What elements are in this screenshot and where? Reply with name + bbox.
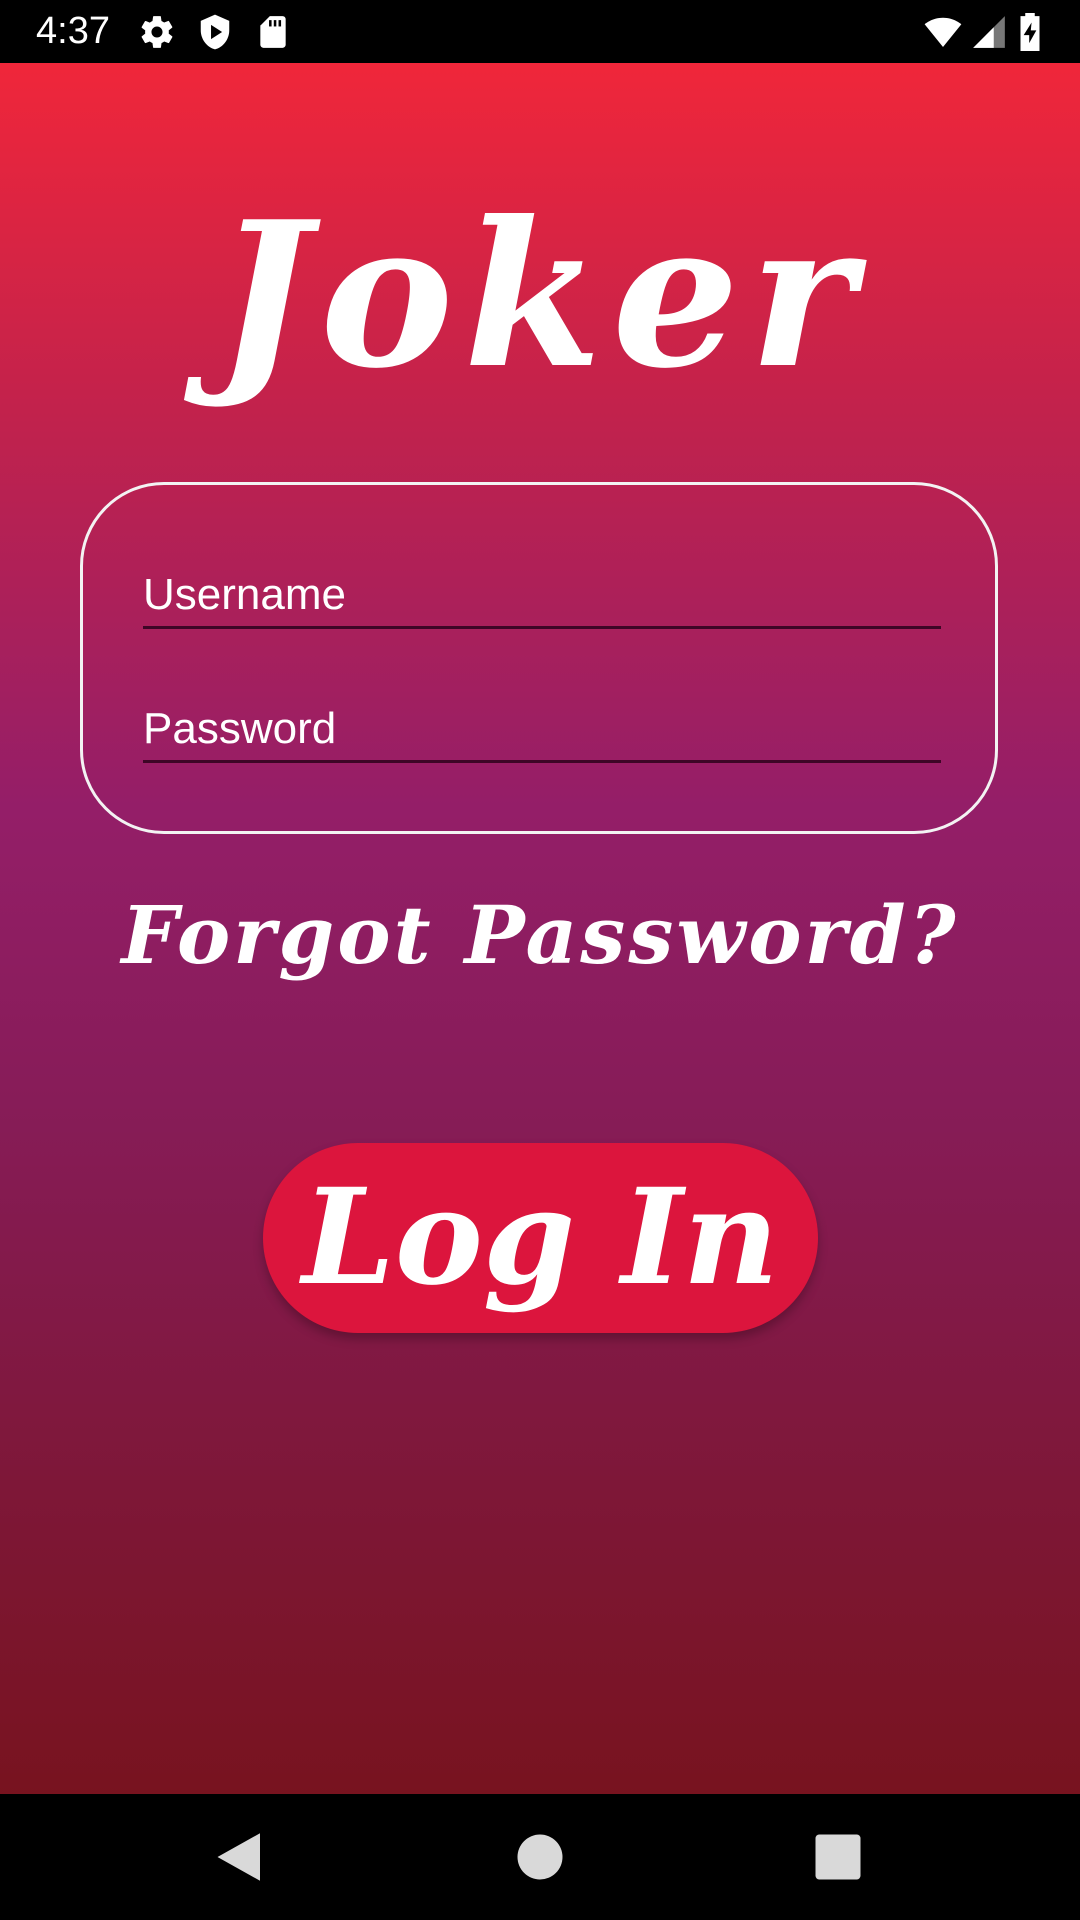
status-time: 4:37: [36, 10, 110, 52]
home-icon[interactable]: [510, 1827, 570, 1887]
back-icon[interactable]: [210, 1827, 270, 1887]
wifi-icon: [921, 13, 965, 51]
login-button[interactable]: Log In: [263, 1143, 818, 1333]
password-field-container: [143, 699, 941, 763]
forgot-password-link[interactable]: Forgot Password?: [0, 885, 1080, 985]
cell-signal-icon: [970, 13, 1008, 51]
sd-card-icon: [254, 13, 292, 51]
login-card: [80, 482, 998, 834]
gear-icon: [138, 13, 176, 51]
battery-charging-icon: [1013, 13, 1047, 51]
password-input[interactable]: [143, 699, 941, 759]
app-content: Joker Forgot Password? Log In: [0, 63, 1080, 1794]
username-field-container: [143, 565, 941, 629]
app-title: Joker: [215, 178, 865, 413]
navigation-bar: [0, 1794, 1080, 1920]
status-bar: 4:37: [0, 0, 1080, 63]
login-screen: 4:37 Joker Forg: [0, 0, 1080, 1920]
username-input[interactable]: [143, 565, 941, 625]
shield-play-icon: [196, 13, 234, 51]
recents-icon[interactable]: [808, 1827, 868, 1887]
